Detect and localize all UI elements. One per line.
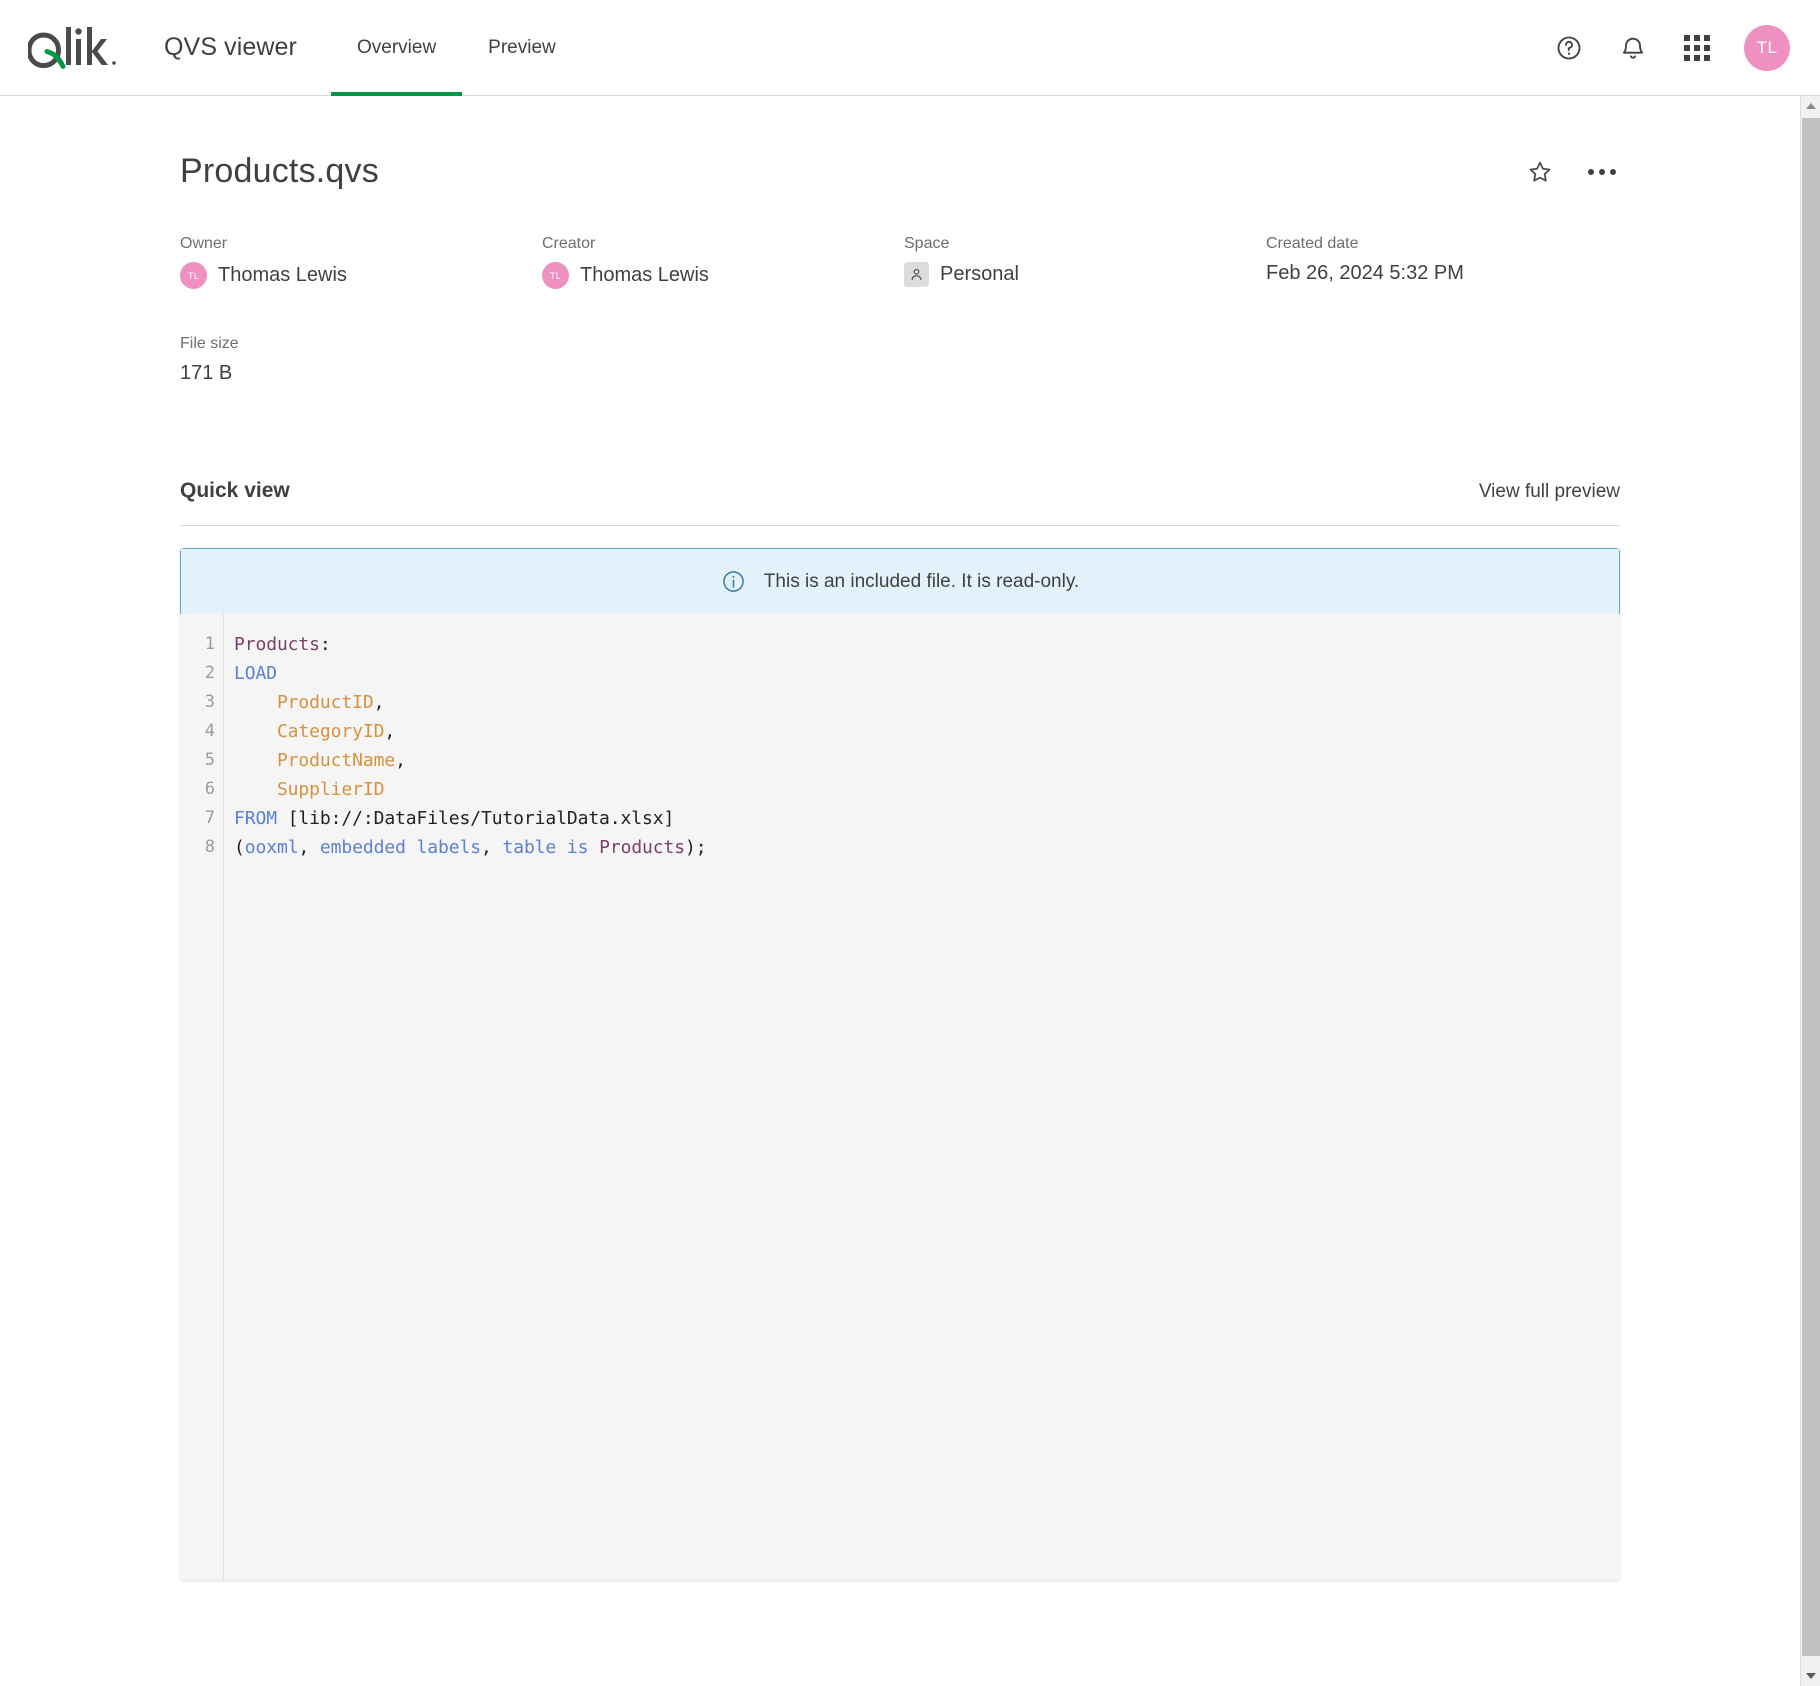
meta-owner-value: TL Thomas Lewis [180, 262, 542, 289]
code-token: FROM [234, 808, 277, 829]
star-outline-icon[interactable] [1522, 154, 1558, 190]
view-full-preview-link[interactable]: View full preview [1479, 481, 1620, 503]
meta-filesize: File size 171 B [180, 335, 542, 385]
code-token: ); [685, 837, 706, 858]
page-header: Products.qvs [0, 96, 1800, 191]
code-token: ooxml [245, 837, 299, 858]
code-line-numbers: 12345678 [180, 614, 224, 1580]
meta-filesize-value: 171 B [180, 362, 542, 385]
meta-space-name: Personal [940, 263, 1019, 286]
meta-creator-value: TL Thomas Lewis [542, 262, 904, 289]
line-number: 5 [180, 746, 215, 775]
meta-creator: Creator TL Thomas Lewis [542, 235, 904, 289]
meta-creator-label: Creator [542, 235, 904, 253]
person-icon [904, 262, 929, 287]
file-metadata: Owner TL Thomas Lewis Creator TL Thomas … [0, 191, 1800, 385]
code-token: , [374, 692, 385, 713]
code-token: embedded labels [320, 837, 481, 858]
code-token: , [481, 837, 502, 858]
code-token: SupplierID [234, 779, 384, 800]
line-number: 1 [180, 630, 215, 659]
code-token: Products [234, 634, 320, 655]
bell-icon[interactable] [1616, 31, 1650, 65]
code-token: , [298, 837, 319, 858]
line-number: 4 [180, 717, 215, 746]
code-line: FROM [lib://:DataFiles/TutorialData.xlsx… [234, 804, 1620, 833]
line-number: 6 [180, 775, 215, 804]
meta-created-label: Created date [1266, 235, 1620, 253]
meta-created-value: Feb 26, 2024 5:32 PM [1266, 262, 1620, 285]
meta-filesize-label: File size [180, 335, 542, 353]
code-token: ( [234, 837, 245, 858]
page-viewport: Products.qvs Owner TL Thomas Lewis [0, 96, 1820, 1686]
owner-avatar: TL [180, 262, 207, 289]
vertical-scrollbar[interactable] [1800, 96, 1820, 1686]
info-circle-icon [721, 569, 746, 594]
page-title: Products.qvs [180, 152, 379, 191]
ellipsis-icon[interactable] [1584, 154, 1620, 190]
meta-space-value: Personal [904, 262, 1266, 287]
line-number: 3 [180, 688, 215, 717]
readonly-info-banner: This is an included file. It is read-onl… [180, 548, 1620, 614]
code-line: SupplierID [234, 775, 1620, 804]
code-token: LOAD [234, 663, 277, 684]
code-token: Products [599, 837, 685, 858]
quick-view-title: Quick view [180, 479, 290, 503]
creator-avatar: TL [542, 262, 569, 289]
top-navigation-bar: QVS viewer Overview Preview [0, 0, 1820, 96]
code-line: (ooxml, embedded labels, table is Produc… [234, 833, 1620, 862]
app-title: QVS viewer [164, 33, 297, 62]
qlik-logo[interactable] [28, 17, 136, 79]
code-line: Products: [234, 630, 1620, 659]
tab-preview-label: Preview [488, 37, 556, 59]
meta-creator-name: Thomas Lewis [580, 264, 709, 287]
meta-owner-label: Owner [180, 235, 542, 253]
code-line: CategoryID, [234, 717, 1620, 746]
code-body: 12345678 Products: LOAD ProductID, Catego… [180, 614, 1620, 1580]
code-content[interactable]: Products: LOAD ProductID, CategoryID, Pro… [224, 614, 1620, 1580]
page-content: Products.qvs Owner TL Thomas Lewis [0, 96, 1800, 1686]
line-number: 7 [180, 804, 215, 833]
topbar-actions: TL [1552, 25, 1796, 71]
main-tabs: Overview Preview [331, 0, 582, 96]
line-number: 2 [180, 659, 215, 688]
code-token: ProductName [234, 750, 395, 771]
meta-space-label: Space [904, 235, 1266, 253]
tab-overview-label: Overview [357, 37, 436, 59]
meta-owner: Owner TL Thomas Lewis [180, 235, 542, 289]
scrollbar-up-button[interactable] [1801, 96, 1820, 116]
meta-owner-name: Thomas Lewis [218, 264, 347, 287]
scrollbar-thumb[interactable] [1802, 118, 1820, 1656]
code-token: ProductID [234, 692, 374, 713]
meta-created: Created date Feb 26, 2024 5:32 PM [1266, 235, 1620, 289]
page-header-actions [1522, 154, 1620, 190]
code-token: : [320, 634, 331, 655]
grid-apps-icon[interactable] [1680, 31, 1714, 65]
avatar[interactable]: TL [1744, 25, 1790, 71]
code-token: [lib://:DataFiles/TutorialData.xlsx] [277, 808, 674, 829]
meta-space: Space Personal [904, 235, 1266, 289]
help-circle-icon[interactable] [1552, 31, 1586, 65]
code-token: , [395, 750, 406, 771]
code-line: ProductID, [234, 688, 1620, 717]
scrollbar-down-button[interactable] [1801, 1666, 1820, 1686]
code-token: table is [502, 837, 599, 858]
code-token: CategoryID [234, 721, 384, 742]
tab-preview[interactable]: Preview [462, 0, 582, 96]
code-preview-panel: This is an included file. It is read-onl… [180, 548, 1620, 1580]
quick-view-header: Quick view View full preview [180, 479, 1620, 526]
code-line: ProductName, [234, 746, 1620, 775]
code-token: , [384, 721, 395, 742]
tab-overview[interactable]: Overview [331, 0, 462, 96]
readonly-info-text: This is an included file. It is read-onl… [764, 571, 1079, 593]
code-line: LOAD [234, 659, 1620, 688]
line-number: 8 [180, 833, 215, 862]
